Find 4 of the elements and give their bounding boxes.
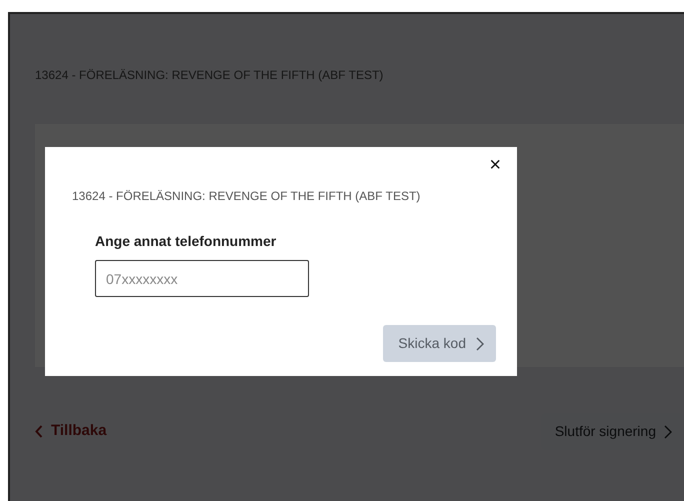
modal-title: 13624 - FÖRELÄSNING: REVENGE OF THE FIFTH (ABF TEST) [72, 188, 420, 205]
field-label: Ange annat telefonnummer [95, 232, 278, 251]
phone-input-field[interactable]: 07xxxxxxxx [95, 260, 309, 297]
close-button[interactable]: × [487, 155, 503, 175]
